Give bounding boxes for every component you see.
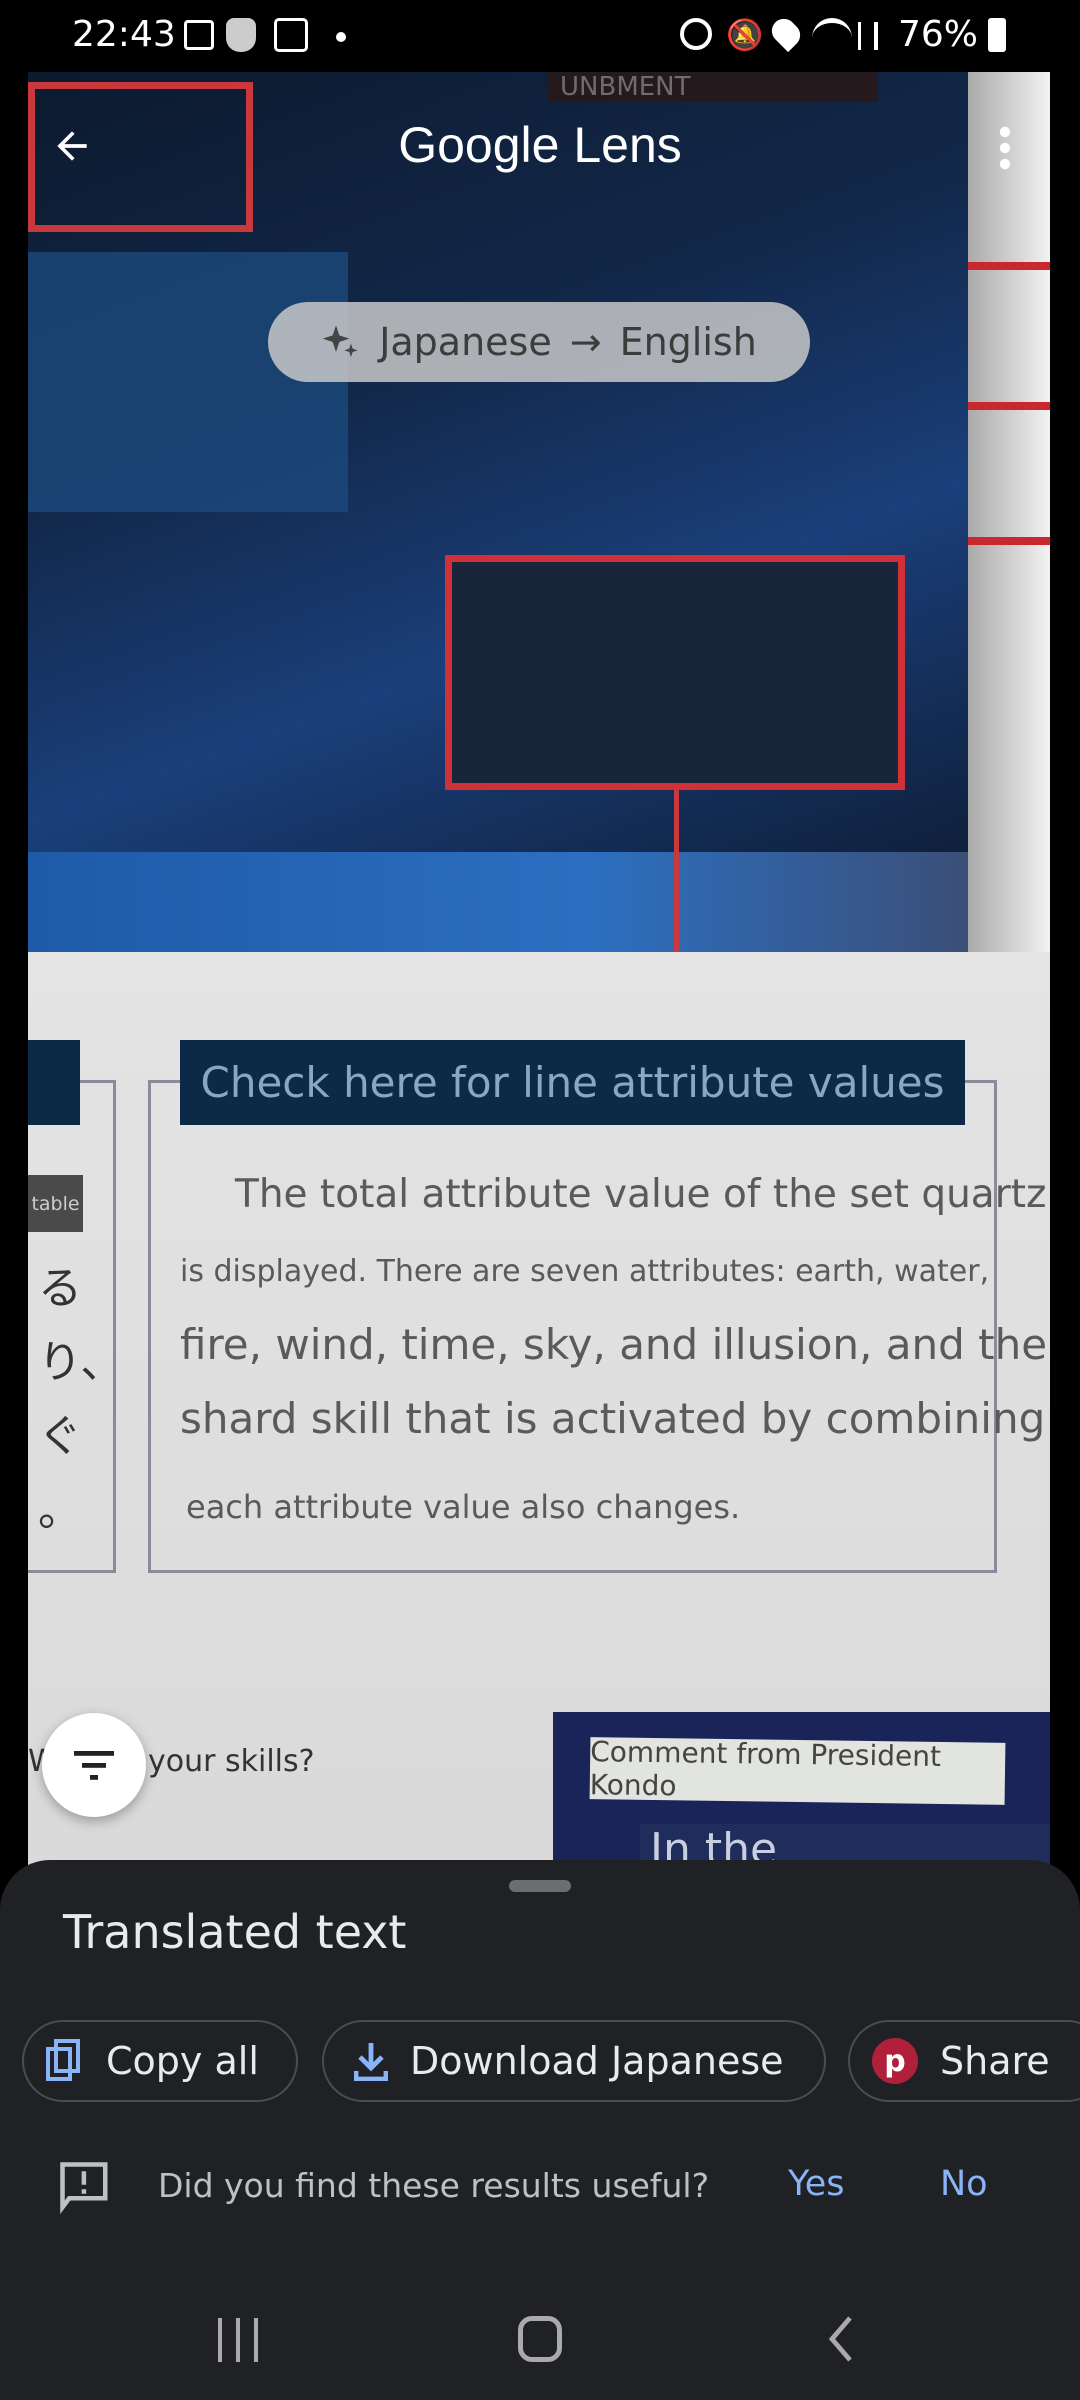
pinterest-icon: p xyxy=(872,2038,918,2084)
feedback-question: Did you find these results useful? xyxy=(158,2166,710,2205)
translated-line[interactable]: shard skill that is activated by combini… xyxy=(180,1394,1045,1443)
wifi-icon xyxy=(812,18,852,48)
recents-icon[interactable] xyxy=(218,2318,258,2362)
translated-line[interactable]: fire, wind, time, sky, and illusion, and… xyxy=(180,1320,1047,1369)
arrow-icon: → xyxy=(569,320,602,364)
home-icon[interactable] xyxy=(518,2316,562,2362)
side-tag: table xyxy=(28,1175,83,1232)
image-blue-bar xyxy=(28,852,968,952)
sheet-title: Translated text xyxy=(63,1905,407,1959)
feedback-yes-button[interactable]: Yes xyxy=(788,2164,845,2204)
location-icon xyxy=(766,13,806,53)
brave-icon xyxy=(226,18,256,52)
back-icon[interactable] xyxy=(826,2316,854,2362)
image-panel xyxy=(28,252,348,512)
drag-handle[interactable] xyxy=(509,1880,571,1892)
copy-icon xyxy=(46,2039,80,2081)
left-heading xyxy=(28,1040,80,1125)
sparkle-icon xyxy=(322,325,358,357)
download-label: Download Japanese xyxy=(410,2039,784,2083)
feedback-icon xyxy=(60,2162,108,2214)
red-tick xyxy=(968,537,1050,545)
translated-heading[interactable]: Check here for line attribute values xyxy=(180,1040,965,1125)
side-char: 。 xyxy=(38,1485,82,1536)
copy-all-label: Copy all xyxy=(106,2039,259,2083)
filter-icon xyxy=(74,1751,114,1780)
question-text[interactable]: your skills? xyxy=(148,1744,315,1779)
dot-icon xyxy=(336,32,346,42)
translated-line[interactable]: The total attribute value of the set qua… xyxy=(235,1172,1047,1217)
side-char: り、 xyxy=(38,1337,125,1388)
clock: 22:43 xyxy=(72,14,176,55)
more-vert-icon[interactable] xyxy=(990,124,1020,172)
language-selector[interactable]: Japanese → English xyxy=(268,302,810,382)
side-char: ぐ xyxy=(38,1411,82,1462)
gallery-icon xyxy=(184,20,214,50)
translated-line[interactable]: is displayed. There are seven attributes… xyxy=(180,1254,989,1289)
comment-label[interactable]: Comment from President Kondo xyxy=(590,1735,1006,1805)
app-header: Google Lens xyxy=(0,72,1080,222)
bottom-sheet: Translated text Copy all Download Japane… xyxy=(0,1860,1080,2400)
target-language[interactable]: English xyxy=(620,320,757,364)
copy-all-button[interactable]: Copy all xyxy=(22,2020,298,2102)
filter-button[interactable] xyxy=(42,1713,146,1817)
battery-level: 76% xyxy=(898,14,979,55)
side-japanese-text: る り、 ぐ 。 xyxy=(38,1252,125,1548)
attribute-table-frame xyxy=(445,555,905,790)
side-char: る xyxy=(38,1263,82,1314)
red-tick xyxy=(968,262,1050,270)
share-label: Share xyxy=(940,2039,1050,2083)
app-title: Google Lens xyxy=(398,117,682,173)
battery-icon xyxy=(988,18,1006,52)
status-bar: 22:43 🔕 76% xyxy=(0,0,1080,72)
download-icon xyxy=(354,2043,388,2081)
source-language[interactable]: Japanese xyxy=(379,320,552,364)
red-tick xyxy=(968,402,1050,410)
signal-icon xyxy=(858,22,878,50)
download-japanese-button[interactable]: Download Japanese xyxy=(322,2020,826,2102)
feedback-no-button[interactable]: No xyxy=(940,2164,988,2204)
translated-line[interactable]: each attribute value also changes. xyxy=(186,1488,740,1526)
play-icon xyxy=(274,18,308,52)
share-button[interactable]: p Share xyxy=(848,2020,1080,2102)
alarm-icon xyxy=(680,18,712,50)
mute-icon: 🔕 xyxy=(726,18,764,53)
